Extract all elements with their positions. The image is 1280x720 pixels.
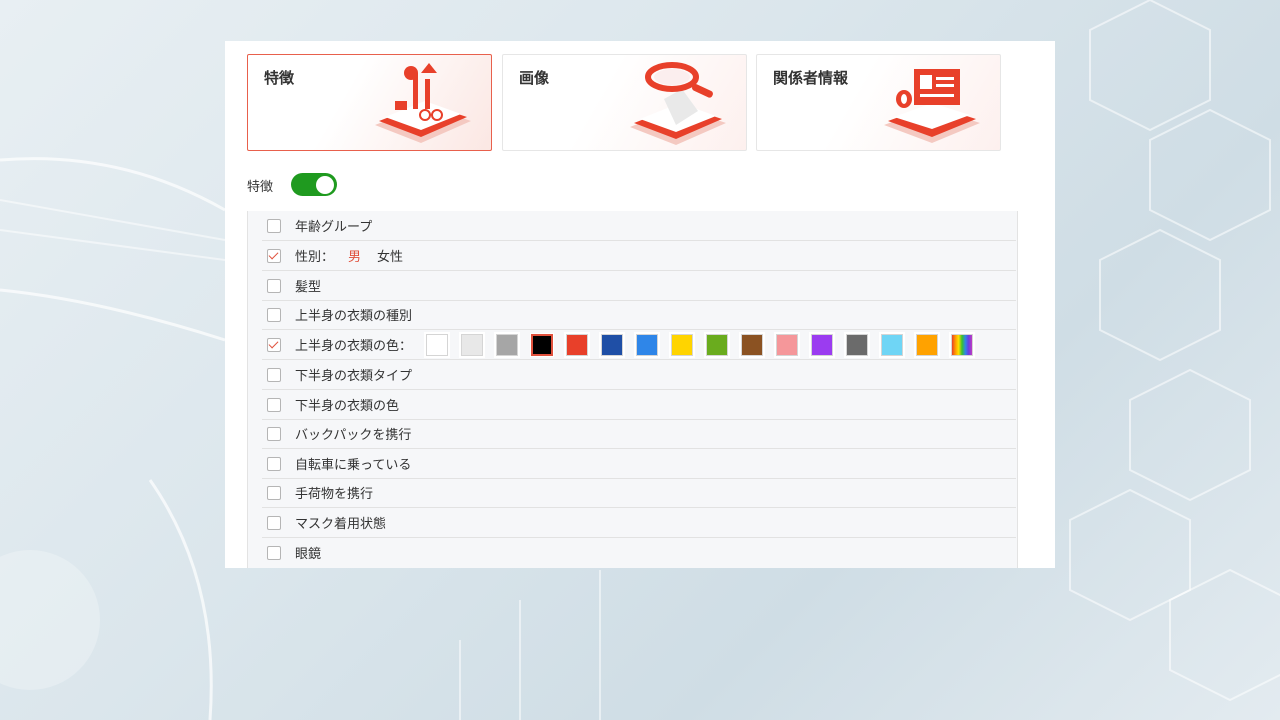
features-toggle-label: 特徴 [247,180,274,195]
lower-clothing-type-label: 下半身の衣類タイプ [295,369,413,384]
list-item-riding-bicycle: 自転車に乗っている [262,449,1016,479]
color-swatch[interactable] [564,331,591,358]
color-swatch-group [424,331,976,358]
color-swatch[interactable] [844,331,871,358]
hairstyle-label: 髪型 [295,280,322,295]
gender-label: 性別： [295,250,335,265]
upper-clothing-type-label: 上半身の衣類の種別 [295,309,413,324]
list-item-lower-clothing-type: 下半身の衣類タイプ [262,360,1016,390]
checkbox-riding-bicycle[interactable] [267,456,281,471]
color-swatch[interactable] [879,331,906,358]
color-swatch[interactable] [704,331,731,358]
card-image-title: 画像 [519,69,550,87]
card-image[interactable]: 画像 [502,54,747,151]
checkbox-glasses[interactable] [267,545,281,560]
mask-status-label: マスク着用状態 [295,517,387,532]
gender-option-male[interactable]: 男 [348,246,361,265]
list-item-gender: 性別： 男 女性 [262,241,1016,271]
color-swatch[interactable] [774,331,801,358]
color-swatch[interactable] [809,331,836,358]
person-features-icon [375,63,471,143]
checkbox-upper-clothing-type[interactable] [267,307,281,322]
checkbox-mask-status[interactable] [267,515,281,530]
list-item-backpack: バックパックを携行 [262,419,1016,449]
color-swatch[interactable] [914,331,941,358]
color-swatch[interactable] [424,331,451,358]
checkbox-lower-clothing-type[interactable] [267,367,281,382]
color-swatch[interactable] [669,331,696,358]
checkbox-backpack[interactable] [267,426,281,441]
card-related-info[interactable]: 関係者情報 [756,54,1001,151]
id-card-icon [884,69,980,143]
color-swatch[interactable] [459,331,486,358]
card-related-info-title: 関係者情報 [773,69,849,87]
card-features-title: 特徴 [264,69,295,87]
color-swatch[interactable] [739,331,766,358]
age-group-label: 年齢グループ [295,220,373,235]
list-item-age-group: 年齢グループ [262,211,1016,241]
checkbox-carrying-baggage[interactable] [267,485,281,500]
color-swatch[interactable] [634,331,661,358]
list-item-upper-clothing-type: 上半身の衣類の種別 [262,300,1016,330]
backpack-label: バックパックを携行 [295,428,412,443]
attribute-list: 年齢グループ 性別： 男 女性 髪型 上半身の衣類の種別 上半身の衣類の色： 下… [247,211,1018,568]
toggle-knob [316,175,334,194]
list-item-glasses: 眼鏡 [262,538,1016,567]
list-item-carrying-baggage: 手荷物を携行 [262,478,1016,508]
carrying-baggage-label: 手荷物を携行 [295,487,374,502]
upper-clothing-color-label: 上半身の衣類の色： [295,339,413,354]
list-item-hairstyle: 髪型 [262,271,1016,301]
riding-bicycle-label: 自転車に乗っている [295,458,412,473]
color-swatch[interactable] [530,332,555,357]
list-item-mask-status: マスク着用状態 [262,508,1016,538]
lower-clothing-color-label: 下半身の衣類の色 [295,399,400,414]
checkbox-hairstyle[interactable] [267,278,281,293]
glasses-label: 眼鏡 [295,547,322,562]
checkbox-age-group[interactable] [267,218,281,233]
list-item-lower-clothing-color: 下半身の衣類の色 [262,390,1016,420]
magnifier-image-icon [630,62,726,145]
color-swatch[interactable] [949,331,976,358]
checkbox-lower-clothing-color[interactable] [267,397,281,412]
search-panel: 特徴 画像 関係者情報 特徴 年齢グループ 性別： 男 女性 髪型 上半身の衣類… [225,41,1055,568]
checkbox-upper-clothing-color[interactable] [267,337,281,352]
card-features[interactable]: 特徴 [247,54,492,151]
gender-option-female[interactable]: 女性 [377,246,403,265]
features-toggle[interactable] [291,173,337,196]
list-item-upper-clothing-color: 上半身の衣類の色： [262,330,1016,360]
checkbox-gender[interactable] [267,248,281,263]
color-swatch[interactable] [599,331,626,358]
color-swatch[interactable] [494,331,521,358]
